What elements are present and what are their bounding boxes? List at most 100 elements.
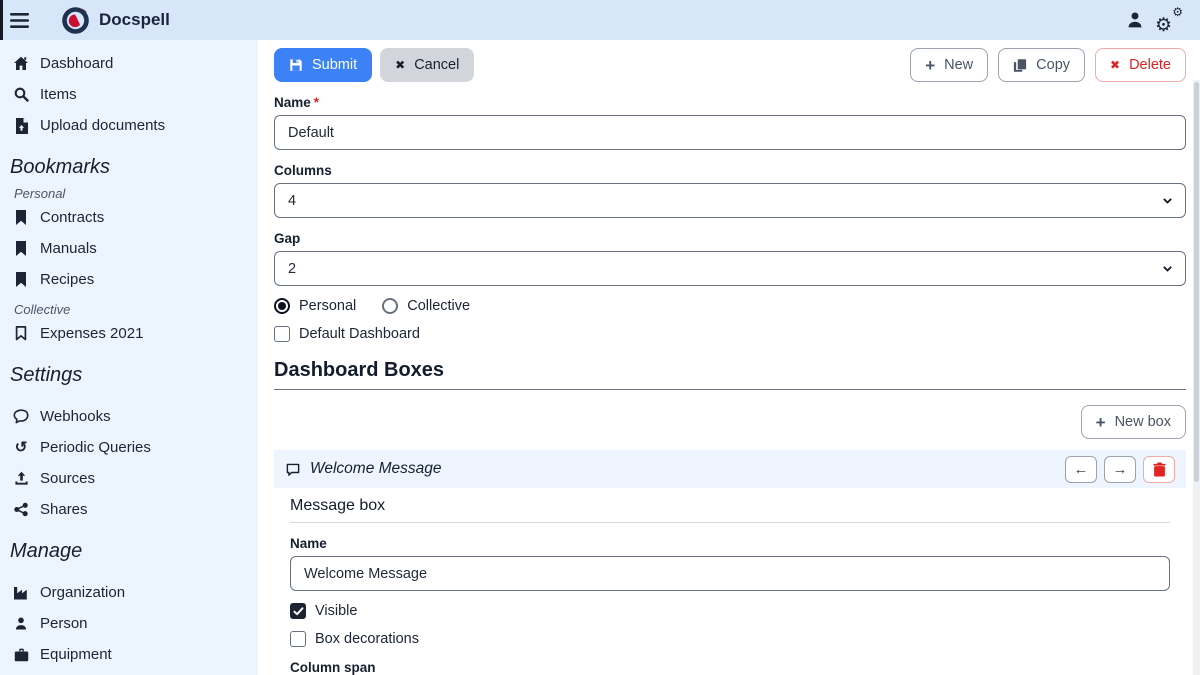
sidebar-item-label: Organization [40, 584, 125, 601]
sidebar-item-label: Sources [40, 470, 95, 487]
bookmark-filled-icon [12, 241, 30, 257]
chevron-down-icon [1161, 262, 1174, 275]
box-panel-header: Welcome Message ← → [274, 450, 1186, 488]
sidebar-item-label: Dasbhoard [40, 55, 113, 72]
dashboard-boxes-heading: Dashboard Boxes [274, 359, 1186, 390]
gap-select[interactable]: 2 [274, 251, 1186, 286]
owner-radio-group: Personal Collective [274, 298, 1186, 314]
box-title: Welcome Message [310, 460, 442, 478]
cancel-button[interactable]: ✖ Cancel [380, 48, 474, 82]
user-account-icon[interactable] [1118, 3, 1152, 37]
toolbar-left: Submit ✖ Cancel [274, 48, 474, 82]
sidebar-item-label: Upload documents [40, 117, 165, 134]
box-name-input[interactable] [290, 556, 1170, 591]
sidebar-item-contracts[interactable]: Contracts [0, 202, 258, 233]
sidebar-item-items[interactable]: Items [0, 79, 258, 110]
name-input[interactable] [274, 115, 1186, 150]
columns-label: Columns [274, 163, 1186, 178]
spacer [0, 569, 258, 577]
colspan-label: Column span [290, 660, 1170, 675]
sidebar-item-recipes[interactable]: Recipes [0, 264, 258, 295]
radio-personal-label: Personal [299, 298, 356, 314]
checkbox-unchecked-icon [274, 326, 290, 342]
submit-button[interactable]: Submit [274, 48, 372, 82]
sidebar-item-tags[interactable]: Tags [0, 670, 258, 675]
radio-collective[interactable]: Collective [382, 298, 470, 314]
sidebar-item-sources[interactable]: Sources [0, 463, 258, 494]
box-actions: ← → [1065, 456, 1175, 483]
hamburger-menu-icon[interactable] [0, 0, 38, 40]
scrollbar-thumb[interactable] [1194, 82, 1199, 482]
close-icon: ✖ [1110, 59, 1120, 71]
sidebar-section-manage: Manage [10, 540, 258, 563]
sidebar-item-organization[interactable]: Organization [0, 577, 258, 608]
chevron-down-icon [1161, 194, 1174, 207]
sidebar-item-person[interactable]: Person [0, 608, 258, 639]
gears-glyphs: ⚙ ⚙ [1155, 7, 1183, 33]
person-icon [12, 616, 30, 632]
submit-label: Submit [312, 57, 357, 73]
move-box-left-button[interactable]: ← [1065, 456, 1097, 483]
visible-checkbox[interactable]: Visible [290, 603, 357, 619]
sidebar-item-equipment[interactable]: Equipment [0, 639, 258, 670]
sidebar-item-shares[interactable]: Shares [0, 494, 258, 525]
gap-select-value: 2 [288, 261, 296, 277]
cancel-label: Cancel [414, 57, 459, 73]
scrollbar[interactable] [1193, 80, 1200, 675]
sidebar-item-label: Shares [40, 501, 88, 518]
settings-gears-icon[interactable]: ⚙ ⚙ [1152, 3, 1186, 37]
toolbar: Submit ✖ Cancel + New [274, 48, 1186, 82]
topbar: Docspell ⚙ ⚙ [0, 0, 1200, 40]
decorations-label: Box decorations [315, 631, 419, 647]
gear-large-icon: ⚙ [1155, 16, 1172, 35]
bookmark-filled-icon [12, 272, 30, 288]
box-panel-body: Message box Name Visible Box decorations [274, 497, 1186, 675]
sidebar-item-label: Periodic Queries [40, 439, 151, 456]
home-icon [12, 56, 30, 72]
sidebar-item-dashboard[interactable]: Dasbhoard [0, 48, 258, 79]
default-dashboard-row: Default Dashboard [274, 326, 1186, 342]
default-dashboard-label: Default Dashboard [299, 326, 420, 342]
box-name-label: Name [290, 536, 1170, 551]
sidebar: Dasbhoard Items Upload documents Bookmar… [0, 40, 258, 675]
columns-select[interactable]: 4 [274, 183, 1186, 218]
sidebar-item-upload-documents[interactable]: Upload documents [0, 110, 258, 141]
sidebar-item-label: Equipment [40, 646, 112, 663]
arrow-right-icon: → [1113, 461, 1128, 478]
topbar-left-edge [0, 0, 3, 40]
new-button[interactable]: + New [910, 48, 988, 82]
checkbox-checked-icon [290, 603, 306, 619]
share-icon [12, 502, 30, 518]
search-icon [12, 87, 30, 103]
sidebar-item-label: Contracts [40, 209, 104, 226]
new-label: New [944, 57, 973, 73]
sidebar-item-label: Items [40, 86, 77, 103]
sidebar-item-webhooks[interactable]: Webhooks [0, 401, 258, 432]
box-decorations-checkbox[interactable]: Box decorations [290, 631, 419, 647]
name-label-text: Name [274, 95, 311, 110]
bookmark-filled-icon [12, 210, 30, 226]
visible-row: Visible [290, 603, 1170, 619]
copy-button[interactable]: Copy [998, 48, 1085, 82]
comment-icon [285, 462, 301, 477]
radio-personal[interactable]: Personal [274, 298, 356, 314]
move-box-right-button[interactable]: → [1104, 456, 1136, 483]
delete-button[interactable]: ✖ Delete [1095, 48, 1186, 82]
sidebar-item-manuals[interactable]: Manuals [0, 233, 258, 264]
file-upload-icon [12, 118, 30, 134]
default-dashboard-checkbox[interactable]: Default Dashboard [274, 326, 420, 342]
brand-title: Docspell [99, 10, 170, 30]
name-label: Name* [274, 95, 1186, 110]
radio-unselected-icon [382, 298, 398, 314]
sidebar-item-expenses-2021[interactable]: Expenses 2021 [0, 318, 258, 349]
gear-small-icon: ⚙ [1172, 6, 1183, 18]
toolbar-right: + New Copy ✖ Delete [910, 48, 1186, 82]
new-box-button[interactable]: + New box [1081, 405, 1186, 439]
sidebar-item-label: Person [40, 615, 88, 632]
main-content: Submit ✖ Cancel + New [258, 40, 1200, 675]
sidebar-subsection-personal: Personal [14, 186, 258, 201]
save-icon [289, 58, 303, 72]
delete-box-button[interactable] [1143, 456, 1175, 483]
plus-icon: + [925, 57, 935, 74]
sidebar-item-periodic-queries[interactable]: ↺ Periodic Queries [0, 432, 258, 463]
